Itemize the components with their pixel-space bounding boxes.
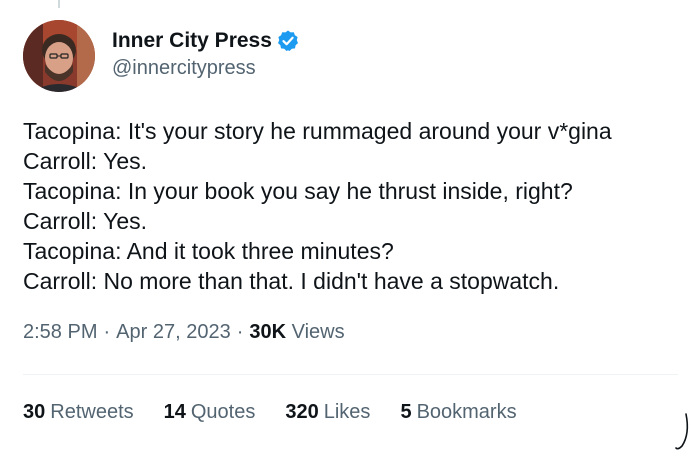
author-block: Inner City Press @innercitypress [112, 27, 300, 80]
stat-count: 5 [400, 401, 412, 423]
stat-count: 30 [23, 401, 46, 423]
tweet-text-line: Tacopina: In your book you say he thrust… [23, 178, 573, 204]
meta-separator: · [103, 321, 111, 343]
avatar-photo-icon [23, 20, 95, 92]
stat-label: Retweets [50, 401, 134, 423]
retweets-stat[interactable]: 30 Retweets [23, 401, 134, 424]
stat-count: 14 [163, 401, 186, 423]
author-handle[interactable]: @innercitypress [112, 57, 300, 80]
views-label: Views [291, 321, 345, 343]
tweet-text-line: Tacopina: It's your story he rummaged ar… [23, 118, 612, 144]
avatar[interactable] [23, 20, 95, 92]
views-count: 30K [249, 321, 287, 343]
curve-mark-icon [675, 413, 689, 450]
stat-label: Quotes [190, 401, 256, 423]
stat-label: Likes [323, 401, 371, 423]
tweet-text-line: Carroll: Yes. [23, 208, 148, 234]
author-display-name[interactable]: Inner City Press [112, 29, 272, 53]
tweet-card: Inner City Press @innercitypress Tacopin… [0, 0, 691, 463]
bookmarks-stat[interactable]: 5 Bookmarks [400, 401, 516, 424]
tweet-date[interactable]: Apr 27, 2023 [116, 321, 231, 343]
tweet-meta: 2:58 PM · Apr 27, 2023 · 30K Views [23, 321, 345, 344]
engagement-stats: 30 Retweets 14 Quotes 320 Likes 5 Bookmarks [23, 401, 547, 424]
tweet-text-line: Carroll: Yes. [23, 148, 148, 174]
quotes-stat[interactable]: 14 Quotes [164, 401, 256, 424]
tweet-text-line: Carroll: No more than that. I didn't hav… [23, 268, 560, 294]
stat-label: Bookmarks [416, 401, 517, 423]
tweet-text: Tacopina: It's your story he rummaged ar… [23, 116, 685, 296]
display-name-row: Inner City Press [112, 27, 300, 55]
divider [23, 374, 678, 375]
tweet-text-line: Tacopina: And it took three minutes? [23, 238, 394, 264]
likes-stat[interactable]: 320 Likes [285, 401, 370, 424]
decorative-tick [58, 0, 60, 8]
stat-count: 320 [285, 401, 319, 423]
tweet-time[interactable]: 2:58 PM [23, 321, 97, 343]
meta-separator: · [236, 321, 244, 343]
verified-badge-icon [276, 29, 300, 53]
